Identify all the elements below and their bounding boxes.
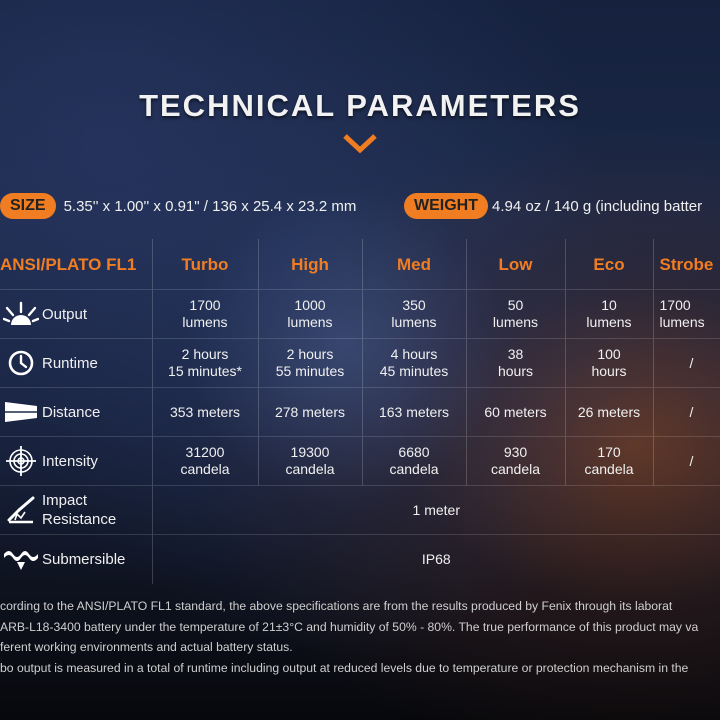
chevron-down-icon (343, 134, 377, 154)
impact-icon (0, 494, 42, 526)
header-standard: ANSI/PLATO FL1 (0, 239, 153, 290)
row-label-runtime: Runtime (42, 354, 98, 372)
header-high: High (258, 239, 363, 290)
row-label-output: Output (42, 305, 88, 323)
page-title: TECHNICAL PARAMETERS (139, 88, 581, 123)
header-eco: Eco (565, 239, 654, 290)
header-low: Low (466, 239, 566, 290)
water-wave-icon (0, 546, 42, 572)
table-row: Distance 353 meters 278 meters 163 meter… (0, 387, 720, 437)
footnote-line: bo output is measured in a total of runt… (0, 660, 689, 675)
header-turbo: Turbo (152, 239, 259, 290)
target-icon (0, 446, 42, 476)
size-value: 5.35'' x 1.00'' x 0.91" / 136 x 25.4 x 2… (63, 197, 357, 215)
parameters-table: ANSI/PLATO FL1 Turbo High Med Low Eco St… (0, 239, 720, 584)
table-row: Submersible IP68 (0, 534, 720, 584)
weight-spec: WEIGHT 4.94 oz / 140 g (including batter (404, 193, 702, 219)
footnote-line: cording to the ANSI/PLATO FL1 standard, … (0, 599, 673, 613)
row-label-impact: Impact Resistance (42, 492, 117, 528)
footnote-line: ARB-L18-3400 battery under the temperatu… (0, 619, 699, 634)
beam-distance-icon (0, 400, 42, 424)
table-row: Output 1700 lumens 1000 lumens 350 lumens 5… (0, 289, 720, 339)
row-label-distance: Distance (42, 403, 101, 421)
table-row: Intensity 31200 candela 19300 candela 6680… (0, 436, 720, 486)
size-badge: SIZE (0, 193, 56, 219)
size-spec: SIZE 5.35'' x 1.00'' x 0.91" / 136 x 25.… (0, 193, 356, 219)
table-row: Impact Resistance 1 meter (0, 485, 720, 535)
table-row: Runtime 2 hours 15 minutes* 2 hours 55 min… (0, 338, 720, 388)
light-burst-icon (0, 301, 42, 327)
weight-badge: WEIGHT (404, 193, 488, 219)
header-med: Med (362, 239, 467, 290)
clock-icon (0, 349, 42, 377)
header-strobe: Strobe (659, 254, 714, 274)
footnotes: cording to the ANSI/PLATO FL1 standard, … (0, 596, 720, 678)
row-label-submersible: Submersible (42, 550, 126, 568)
footnote-line: ferent working environments and actual b… (0, 640, 293, 654)
weight-value: 4.94 oz / 140 g (including batter (492, 197, 703, 215)
impact-value: 1 meter (152, 485, 720, 535)
submersible-value: IP68 (152, 534, 720, 584)
row-label-intensity: Intensity (42, 452, 98, 470)
table-header-row: ANSI/PLATO FL1 Turbo High Med Low Eco St… (0, 239, 720, 290)
